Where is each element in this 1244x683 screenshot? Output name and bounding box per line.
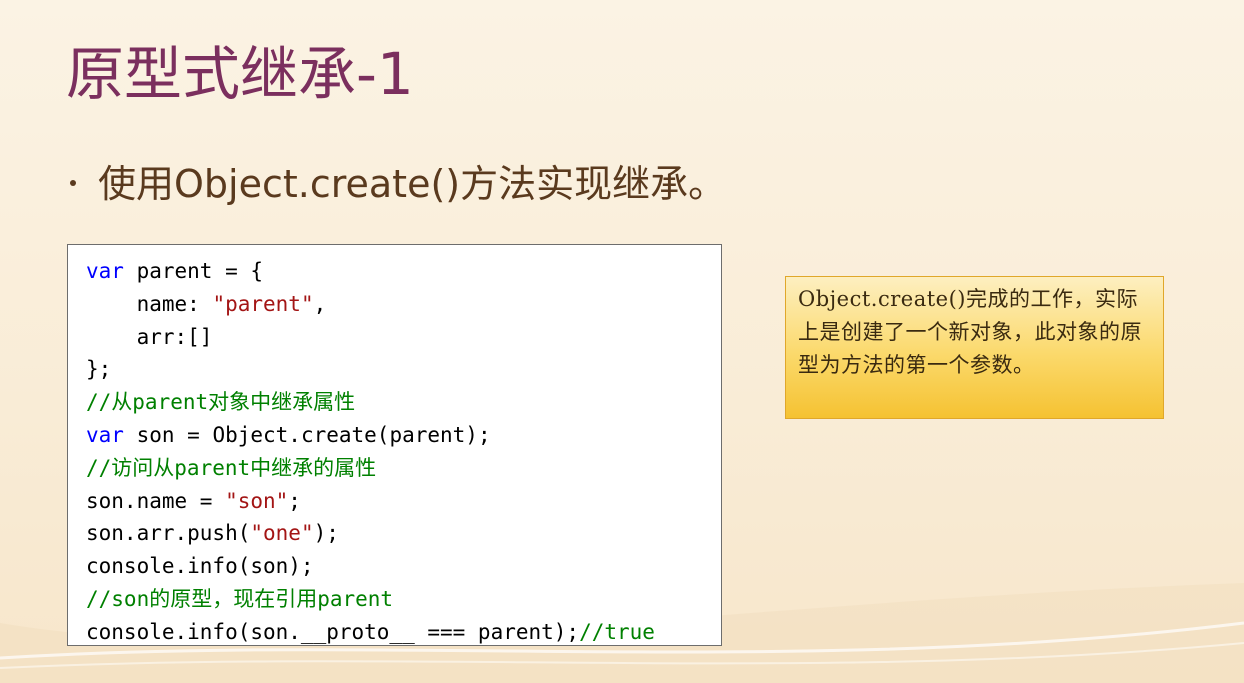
- bullet-item: 使用Object.create()方法实现继承。: [70, 152, 726, 208]
- code-keyword: var: [86, 259, 124, 283]
- code-text: console.info(son.__proto__ === parent);: [86, 619, 580, 644]
- code-line: };: [86, 353, 721, 386]
- callout-note: Object.create()完成的工作，实际上是创建了一个新对象，此对象的原型…: [785, 276, 1164, 419]
- code-string: "son": [225, 488, 289, 513]
- code-text: son = Object.create(parent);: [123, 422, 491, 447]
- code-line: //son的原型，现在引用parent: [86, 583, 721, 616]
- code-line: name: "parent",: [86, 288, 721, 321]
- bullet-text: 使用Object.create()方法实现继承。: [98, 161, 727, 206]
- code-text: ,: [313, 291, 327, 316]
- code-text: parent = {: [123, 259, 264, 283]
- code-string: "parent": [212, 291, 314, 316]
- code-text: son.name =: [86, 488, 226, 513]
- code-line: console.info(son);: [86, 550, 721, 583]
- code-text: );: [313, 521, 339, 546]
- code-comment: //从parent对象中继承属性: [86, 390, 356, 415]
- bullet-dot-icon: [70, 180, 76, 186]
- code-line: son.name = "son";: [86, 485, 721, 518]
- code-line: var parent = {: [86, 255, 721, 288]
- code-line: arr:[]: [86, 321, 721, 354]
- code-line: console.info(son.__proto__ === parent);/…: [86, 616, 721, 649]
- code-line: var son = Object.create(parent);: [86, 419, 721, 452]
- code-text: console.info(son);: [86, 554, 314, 579]
- slide-title: 原型式继承-1: [66, 40, 414, 108]
- code-line: //访问从parent中继承的属性: [86, 452, 721, 485]
- code-comment: //true: [579, 619, 655, 644]
- code-text: ;: [288, 488, 301, 513]
- code-text: arr:[]: [86, 324, 213, 349]
- code-comment: //访问从parent中继承的属性: [86, 455, 377, 480]
- code-block: var parent = { name: "parent", arr:[]}; /…: [67, 244, 722, 646]
- code-text: name:: [86, 291, 213, 316]
- code-keyword: var: [86, 422, 124, 447]
- code-line: son.arr.push("one");: [86, 517, 721, 550]
- code-line: //从parent对象中继承属性: [86, 386, 721, 419]
- code-text: };: [86, 357, 112, 382]
- code-text: son.arr.push(: [86, 521, 251, 546]
- code-comment: //son的原型，现在引用parent: [86, 586, 394, 611]
- code-string: "one": [250, 521, 314, 546]
